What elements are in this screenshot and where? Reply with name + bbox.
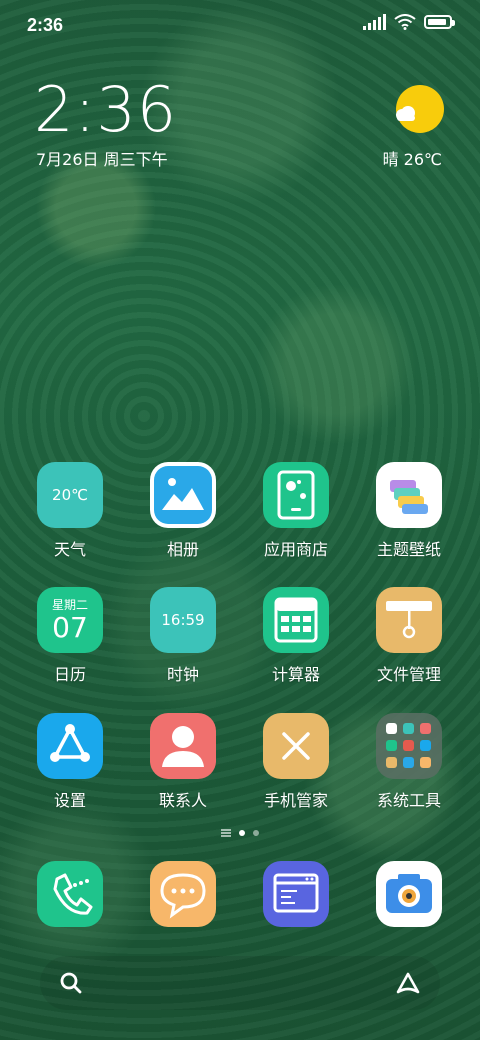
search-bar[interactable]	[40, 956, 440, 1010]
app-settings[interactable]: 设置	[20, 713, 120, 811]
page-dot	[253, 830, 259, 836]
app-calculator[interactable]: 计算器	[246, 587, 346, 685]
app-label: 联系人	[158, 791, 207, 810]
app-label: 时钟	[166, 665, 199, 684]
app-label: 主题壁纸	[376, 540, 441, 559]
app-label: 相册	[166, 540, 199, 559]
app-label: 计算器	[271, 665, 320, 684]
sun-cloud-icon[interactable]	[392, 84, 444, 136]
app-contacts[interactable]: 联系人	[133, 713, 233, 811]
gallery-icon	[150, 462, 216, 528]
app-label: 设置	[53, 791, 86, 810]
browser-icon	[263, 861, 329, 927]
dock-messages[interactable]	[133, 861, 233, 927]
app-label: 天气	[53, 540, 86, 559]
clock-widget-time[interactable]: 2:36	[34, 78, 177, 142]
app-label: 文件管理	[376, 665, 441, 684]
app-folder-system-tools[interactable]: 系统工具	[359, 713, 459, 811]
signal-icon	[363, 14, 386, 30]
app-store-icon	[263, 462, 329, 528]
search-icon[interactable]	[58, 970, 84, 996]
app-theme[interactable]: 主题壁纸	[359, 462, 459, 560]
messages-icon	[150, 861, 216, 927]
theme-icon	[376, 462, 442, 528]
status-icons	[363, 14, 455, 30]
folder-icon	[376, 713, 442, 779]
app-weather[interactable]: 20℃ 天气	[20, 462, 120, 560]
settings-icon	[37, 713, 103, 779]
contacts-icon	[150, 713, 216, 779]
status-bar: 2:36	[0, 0, 480, 50]
battery-icon	[424, 15, 455, 29]
weather-icon: 20℃	[37, 462, 103, 528]
app-label: 应用商店	[263, 540, 328, 559]
app-label: 手机管家	[263, 791, 328, 810]
clock-widget-date: 7月26日 周三下午	[36, 150, 168, 169]
app-calendar[interactable]: 星期二 07 日历	[20, 587, 120, 685]
calendar-icon: 星期二 07	[37, 587, 103, 653]
page-indicator[interactable]	[0, 829, 480, 837]
app-file-manager[interactable]: 文件管理	[359, 587, 459, 685]
camera-icon	[376, 861, 442, 927]
weather-icon-temp: 20℃	[52, 486, 88, 504]
calendar-day: 07	[52, 611, 88, 644]
clock-icon-time: 16:59	[161, 611, 205, 629]
minus-one-screen-icon	[221, 829, 231, 837]
phone-manager-icon	[263, 713, 329, 779]
assistant-icon[interactable]	[394, 970, 422, 998]
dock-camera[interactable]	[359, 861, 459, 927]
wifi-icon	[394, 14, 416, 30]
file-manager-icon	[376, 587, 442, 653]
clock-icon: 16:59	[150, 587, 216, 653]
app-label: 系统工具	[376, 791, 441, 810]
phone-icon	[37, 861, 103, 927]
weather-summary: 晴 26℃	[382, 150, 442, 169]
dock-browser[interactable]	[246, 861, 346, 927]
status-time: 2:36	[27, 15, 64, 35]
dock-phone[interactable]	[20, 861, 120, 927]
page-dot-active	[239, 830, 245, 836]
app-phone-manager[interactable]: 手机管家	[246, 713, 346, 811]
app-gallery[interactable]: 相册	[133, 462, 233, 560]
app-label: 日历	[53, 665, 86, 684]
app-store[interactable]: 应用商店	[246, 462, 346, 560]
calculator-icon	[263, 587, 329, 653]
app-clock[interactable]: 16:59 时钟	[133, 587, 233, 685]
